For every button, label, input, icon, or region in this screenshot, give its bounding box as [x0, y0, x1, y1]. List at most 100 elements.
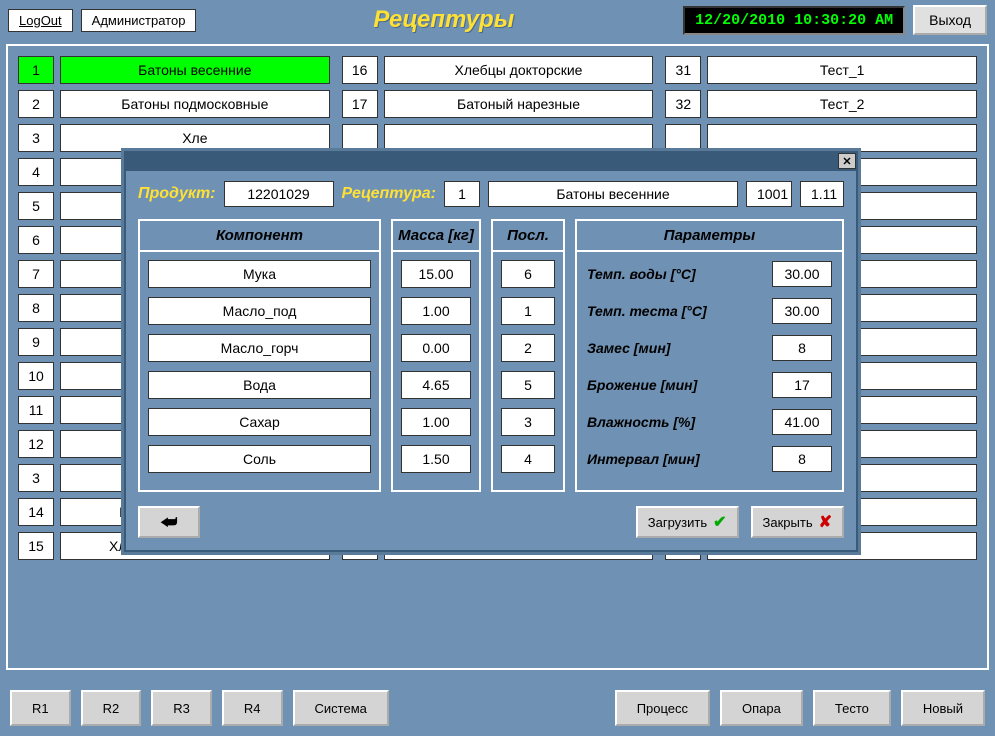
- recipe-number-cell: 31: [665, 56, 701, 84]
- mass-cell[interactable]: 15.00: [401, 260, 471, 288]
- mass-header: Масса [кг]: [393, 221, 479, 252]
- load-label: Загрузить: [648, 515, 707, 530]
- mass-cell[interactable]: 4.65: [401, 371, 471, 399]
- parameters-header: Параметры: [577, 221, 842, 252]
- r3-button[interactable]: R3: [151, 690, 212, 726]
- recipe-number-cell: 3: [18, 124, 54, 152]
- product-value[interactable]: 12201029: [224, 181, 334, 207]
- recipe-row[interactable]: 17Батоный нарезные: [342, 90, 654, 118]
- mass-cell[interactable]: 0.00: [401, 334, 471, 362]
- recipe-number-cell: 14: [18, 498, 54, 526]
- recipe-number-cell: 32: [665, 90, 701, 118]
- recipe-row[interactable]: 32Тест_2: [665, 90, 977, 118]
- r2-button[interactable]: R2: [81, 690, 142, 726]
- recipe-number[interactable]: 1: [444, 181, 480, 207]
- recipe-number-cell: 8: [18, 294, 54, 322]
- sequence-cell[interactable]: 2: [501, 334, 555, 362]
- sequence-cell[interactable]: 6: [501, 260, 555, 288]
- recipe-number-cell: 15: [18, 532, 54, 560]
- recipe-number-cell: 4: [18, 158, 54, 186]
- admin-button[interactable]: Администратор: [81, 9, 197, 32]
- x-icon: ✘: [819, 512, 832, 532]
- param-row: Темп. воды [°C] 30.00: [587, 260, 832, 288]
- component-cell[interactable]: Масло_под: [148, 297, 371, 325]
- testo-button[interactable]: Тесто: [813, 690, 891, 726]
- recipe-name-cell: Батоны подмосковные: [60, 90, 330, 118]
- recipe-number-cell: 3: [18, 464, 54, 492]
- component-panel: Компонент Мука Масло_под Масло_горч Вода Сах…: [138, 219, 381, 492]
- param-label: Влажность [%]: [587, 414, 764, 430]
- close-label: Закрыть: [763, 515, 813, 530]
- mass-cell[interactable]: 1.00: [401, 297, 471, 325]
- close-button[interactable]: Закрыть ✘: [751, 506, 844, 538]
- param-value[interactable]: 41.00: [772, 409, 832, 435]
- sequence-cell[interactable]: 5: [501, 371, 555, 399]
- sequence-header: Посл.: [493, 221, 563, 252]
- recipe-name-cell: Хлебцы докторские: [384, 56, 654, 84]
- recipe-name-box[interactable]: Батоны весенние: [488, 181, 738, 207]
- param-row: Темп. теста [°C] 30.00: [587, 297, 832, 325]
- component-header: Компонент: [140, 221, 379, 252]
- clock-display: 12/20/2010 10:30:20 AM: [683, 6, 905, 35]
- param-value[interactable]: 30.00: [772, 261, 832, 287]
- recipe-name-cell: Тест_2: [707, 90, 977, 118]
- back-icon: ⮨: [161, 512, 178, 533]
- param-label: Интервал [мин]: [587, 451, 764, 467]
- recipe-row[interactable]: 31Тест_1: [665, 56, 977, 84]
- sequence-cell[interactable]: 3: [501, 408, 555, 436]
- component-cell[interactable]: Сахар: [148, 408, 371, 436]
- mass-cell[interactable]: 1.50: [401, 445, 471, 473]
- close-icon[interactable]: ✕: [838, 153, 856, 169]
- param-value[interactable]: 17: [772, 372, 832, 398]
- param-label: Темп. теста [°C]: [587, 303, 764, 319]
- param-label: Замес [мин]: [587, 340, 764, 356]
- component-cell[interactable]: Мука: [148, 260, 371, 288]
- recipe-number-cell: 16: [342, 56, 378, 84]
- recipe-code[interactable]: 1001: [746, 181, 792, 207]
- param-value[interactable]: 30.00: [772, 298, 832, 324]
- recipe-number-cell: 7: [18, 260, 54, 288]
- recipe-name-cell: Тест_1: [707, 56, 977, 84]
- opara-button[interactable]: Опара: [720, 690, 803, 726]
- recipe-row[interactable]: 16Хлебцы докторские: [342, 56, 654, 84]
- param-row: Брожение [мин] 17: [587, 371, 832, 399]
- r1-button[interactable]: R1: [10, 690, 71, 726]
- new-button[interactable]: Новый: [901, 690, 985, 726]
- recipe-number-cell: 6: [18, 226, 54, 254]
- mass-panel: Масса [кг] 15.00 1.00 0.00 4.65 1.00 1.50: [391, 219, 481, 492]
- recipe-row[interactable]: 2Батоны подмосковные: [18, 90, 330, 118]
- header-bar: LogOut Администратор Рецептуры 12/20/201…: [0, 0, 995, 40]
- recipe-number-cell: 10: [18, 362, 54, 390]
- component-cell[interactable]: Масло_горч: [148, 334, 371, 362]
- load-button[interactable]: Загрузить ✔: [636, 506, 739, 538]
- back-button[interactable]: ⮨: [138, 506, 200, 538]
- mass-cell[interactable]: 1.00: [401, 408, 471, 436]
- sequence-cell[interactable]: 4: [501, 445, 555, 473]
- recipe-version[interactable]: 1.11: [800, 181, 844, 207]
- recipe-number-cell: 9: [18, 328, 54, 356]
- check-icon: ✔: [713, 512, 726, 532]
- component-cell[interactable]: Соль: [148, 445, 371, 473]
- recipe-name-cell: Батоны весенние: [60, 56, 330, 84]
- param-label: Темп. воды [°C]: [587, 266, 764, 282]
- recipe-number-cell: 2: [18, 90, 54, 118]
- param-label: Брожение [мин]: [587, 377, 764, 393]
- recipe-label-title: Рецептура:: [342, 185, 436, 203]
- recipe-number-cell: 11: [18, 396, 54, 424]
- param-row: Влажность [%] 41.00: [587, 408, 832, 436]
- logout-button[interactable]: LogOut: [8, 9, 73, 32]
- exit-button[interactable]: Выход: [913, 5, 987, 35]
- r4-button[interactable]: R4: [222, 690, 283, 726]
- recipe-number-cell: 12: [18, 430, 54, 458]
- recipe-dialog: ✕ Продукт: 12201029 Рецептура: 1 Батоны …: [121, 148, 861, 555]
- parameters-panel: Параметры Темп. воды [°C]30.00Темп. тест…: [575, 219, 844, 492]
- process-button[interactable]: Процесс: [615, 690, 710, 726]
- param-row: Интервал [мин] 8: [587, 445, 832, 473]
- param-value[interactable]: 8: [772, 446, 832, 472]
- recipe-number-cell: 5: [18, 192, 54, 220]
- component-cell[interactable]: Вода: [148, 371, 371, 399]
- recipe-row[interactable]: 1Батоны весенние: [18, 56, 330, 84]
- system-button[interactable]: Система: [293, 690, 389, 726]
- sequence-cell[interactable]: 1: [501, 297, 555, 325]
- param-value[interactable]: 8: [772, 335, 832, 361]
